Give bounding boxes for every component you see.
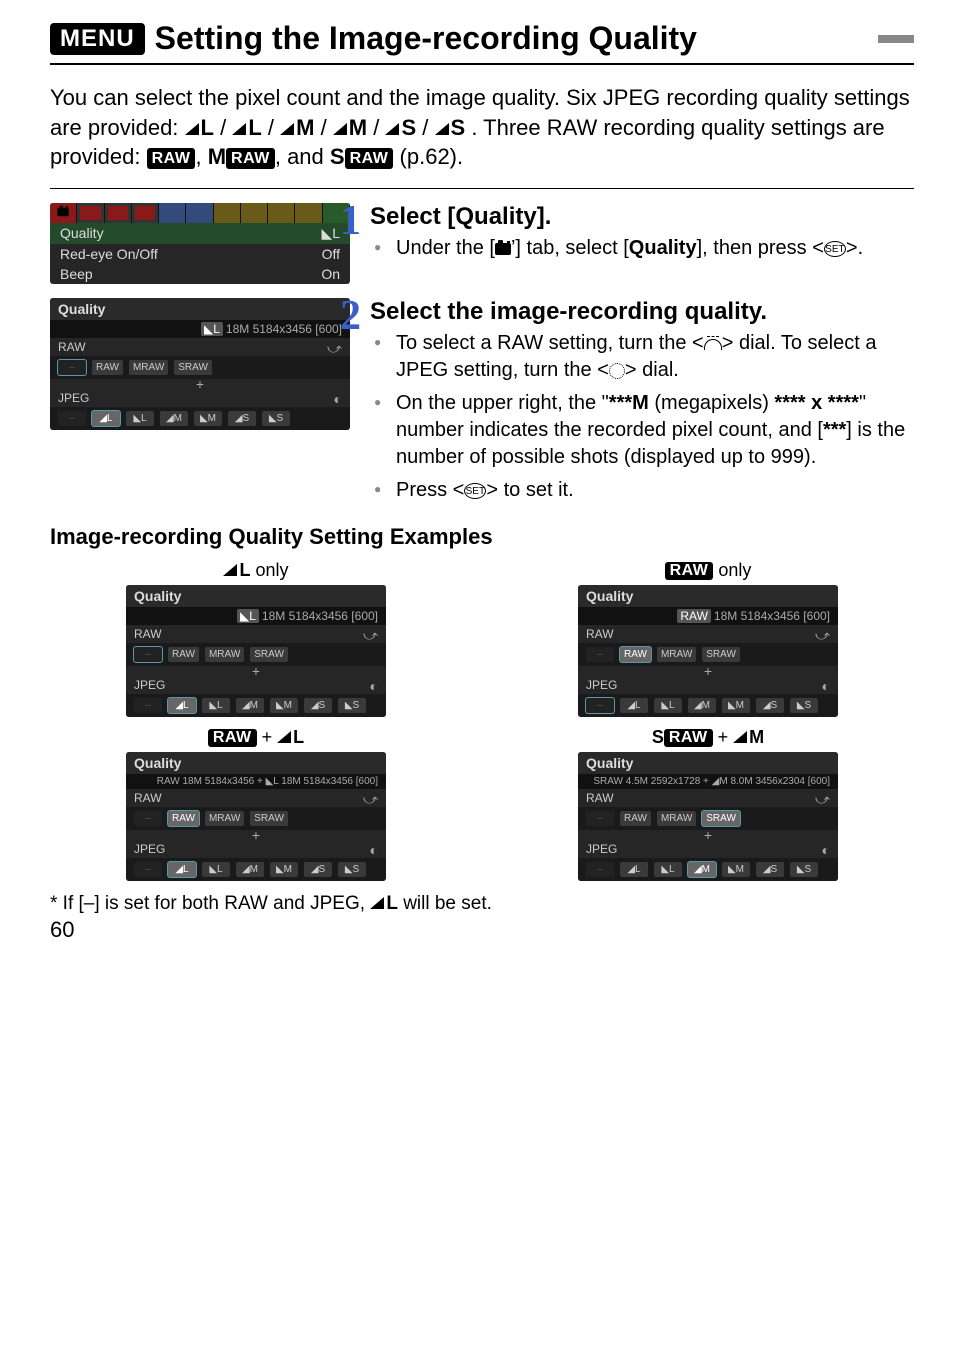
step-2-bullet-3: Press <SET> to set it. — [388, 477, 914, 504]
jpeg-opt-normal-m: ◣M — [194, 411, 222, 426]
title-decoration — [878, 35, 914, 43]
quality-icon-fine-l: L — [185, 113, 214, 143]
example-l-only: L only Quality ◣L18M 5184x3456 [600] RAW… — [116, 560, 396, 717]
jpeg-opt-fine-m: ◢M — [160, 411, 188, 426]
set-icon: SET — [464, 483, 486, 499]
example-caption-3: RAW + L — [116, 727, 396, 748]
step-number-1: 1 — [340, 197, 361, 245]
example-caption-1: L only — [116, 560, 396, 581]
jpeg-opt-normal-l: ◣L — [126, 411, 154, 426]
example-caption-4: SRAW + M — [568, 727, 848, 748]
main-dial-indicator-icon: ⤻ — [327, 340, 342, 357]
example-raw-plus-l: RAW + L Quality RAW 18M 5184x3456 + ◣L 1… — [116, 727, 396, 881]
menu-redeye-label: Red-eye On/Off — [60, 246, 158, 262]
sraw-prefix: S — [330, 144, 345, 169]
camera-tab-1-selected — [50, 203, 77, 223]
intro-ref: (p.62). — [400, 144, 464, 169]
step-1-title: Select [Quality]. — [370, 203, 914, 231]
menu-row-quality: Quality ◣L — [50, 223, 350, 244]
step-2-bullet-2: On the upper right, the "***M (megapixel… — [388, 390, 914, 471]
step-number-2: 2 — [340, 292, 361, 340]
quality-header: Quality — [50, 298, 350, 320]
camera-tab-10 — [295, 203, 322, 223]
camera-tab-4 — [132, 203, 159, 223]
example-sraw-plus-m: SRAW + M Quality SRAW 4.5M 2592x1728 + ◢… — [568, 727, 848, 881]
jpeg-section-label: JPEG ◐ — [50, 389, 350, 407]
camera-tab-9 — [268, 203, 295, 223]
quality-icon-normal-m: M — [333, 113, 367, 143]
page-title: Setting the Image-recording Quality — [155, 20, 878, 57]
menu-redeye-value: Off — [322, 246, 340, 262]
raw-icon: RAW — [147, 148, 196, 170]
mraw-prefix: M — [208, 144, 226, 169]
menu-beep-value: On — [321, 266, 340, 282]
quality-icon-fine-s: S — [385, 113, 416, 143]
camera-tabs — [50, 203, 350, 223]
quality-icon-fine-m: M — [280, 113, 314, 143]
camera-tab-7 — [214, 203, 241, 223]
jpeg-options-row: – ◢L ◣L ◢M ◣M ◢S ◣S — [50, 407, 350, 430]
footnote: * If [–] is set for both RAW and JPEG, L… — [50, 893, 914, 915]
raw-opt-sraw: SRAW — [174, 360, 212, 375]
raw-opt-mraw: MRAW — [129, 360, 168, 375]
camera-icon — [495, 243, 511, 255]
page-title-row: MENU Setting the Image-recording Quality — [50, 20, 914, 65]
section-divider — [50, 188, 914, 189]
camera-tab-3 — [105, 203, 132, 223]
menu-row-beep: Beep On — [50, 264, 350, 284]
raw-opt-raw: RAW — [92, 360, 123, 375]
menu-row-redeye: Red-eye On/Off Off — [50, 244, 350, 264]
quality-info-line: ◣L18M 5184x3456 [600] — [50, 320, 350, 338]
jpeg-opt-none: – — [58, 411, 86, 426]
example-raw-only: RAW only Quality RAW18M 5184x3456 [600] … — [568, 560, 848, 717]
step-1-bullet-1: Under the [’] tab, select [Quality], the… — [388, 235, 914, 262]
plus-separator: + — [50, 379, 350, 389]
example-caption-2: RAW only — [568, 560, 848, 581]
jpeg-opt-normal-s: ◣S — [262, 411, 290, 426]
step-2-title: Select the image-recording quality. — [370, 298, 914, 326]
intro-paragraph: You can select the pixel count and the i… — [50, 83, 914, 172]
main-dial-icon — [704, 338, 722, 350]
step-2-bullet-1: To select a RAW setting, turn the <> dia… — [388, 330, 914, 384]
set-icon: SET — [824, 241, 846, 257]
mraw-icon: RAW — [226, 148, 275, 170]
camera-tab-6 — [186, 203, 213, 223]
camera-tab-5 — [159, 203, 186, 223]
raw-section-label: RAW ⤻ — [50, 338, 350, 356]
jpeg-opt-fine-l: ◢L — [92, 411, 120, 426]
menu-badge: MENU — [50, 23, 145, 55]
raw-opt-none: – — [58, 360, 86, 375]
quick-dial-indicator-icon: ◐ — [334, 391, 342, 407]
camera-tab-2 — [77, 203, 104, 223]
menu-beep-label: Beep — [60, 266, 93, 282]
menu-quality-value: ◣L — [321, 225, 340, 242]
camera-quality-screenshot: Quality ◣L18M 5184x3456 [600] RAW ⤻ – RA… — [50, 298, 350, 430]
jpeg-opt-fine-s: ◢S — [228, 411, 256, 426]
camera-tab-8 — [241, 203, 268, 223]
camera-menu-screenshot: Quality ◣L Red-eye On/Off Off Beep On — [50, 203, 350, 284]
sraw-icon: RAW — [345, 148, 394, 170]
quality-icon-normal-s: S — [435, 113, 466, 143]
examples-heading: Image-recording Quality Setting Examples — [50, 524, 914, 550]
page-number: 60 — [50, 917, 914, 943]
quick-control-dial-icon — [609, 363, 625, 379]
menu-quality-label: Quality — [60, 225, 104, 242]
quality-icon-normal-l: L — [232, 113, 261, 143]
